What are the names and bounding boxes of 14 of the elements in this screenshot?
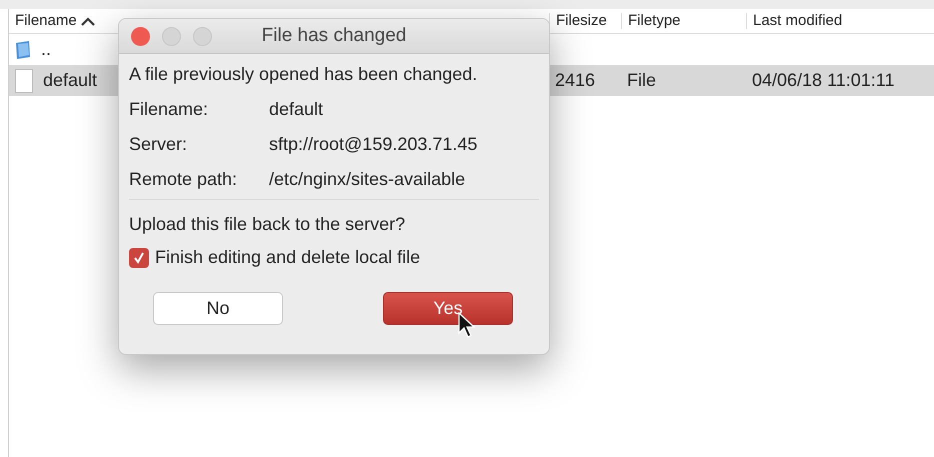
detail-label: Remote path: [129, 169, 238, 190]
file-name: .. [41, 39, 52, 60]
detail-value: sftp://root@159.203.71.45 [269, 134, 478, 155]
detail-label: Server: [129, 134, 188, 155]
file-size: 2416 [555, 70, 596, 91]
detail-value: /etc/nginx/sites-available [269, 169, 466, 190]
window-title: File has changed [262, 25, 406, 46]
file-type: File [627, 70, 656, 91]
detail-value: default [269, 99, 324, 120]
last-modified: 04/06/18 11:01:11 [752, 70, 894, 91]
detail-label: Filename: [129, 99, 210, 120]
question-text: Upload this file back to the server? [129, 214, 406, 235]
message-text: A file previously opened has been changed. [129, 64, 478, 85]
file-name: default [43, 70, 98, 91]
